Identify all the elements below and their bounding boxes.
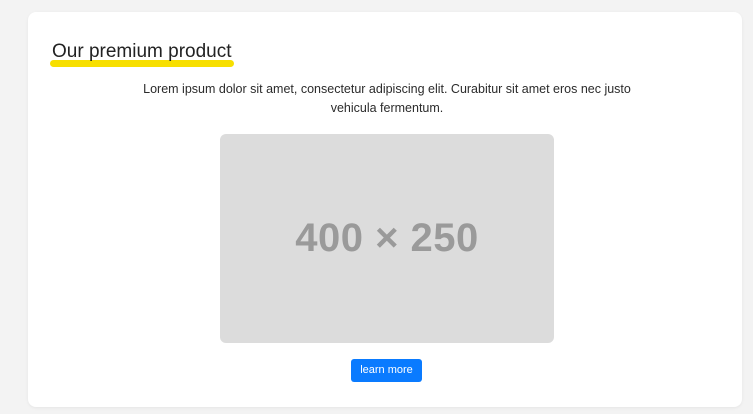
title-container: Our premium product	[50, 40, 234, 67]
product-card: Our premium product Lorem ipsum dolor si…	[28, 12, 742, 407]
learn-more-button[interactable]: learn more	[351, 359, 422, 382]
image-placeholder: 400 × 250	[220, 134, 554, 343]
image-placeholder-label: 400 × 250	[295, 216, 479, 260]
card-title: Our premium product	[52, 41, 232, 62]
card-description: Lorem ipsum dolor sit amet, consectetur …	[143, 82, 631, 115]
